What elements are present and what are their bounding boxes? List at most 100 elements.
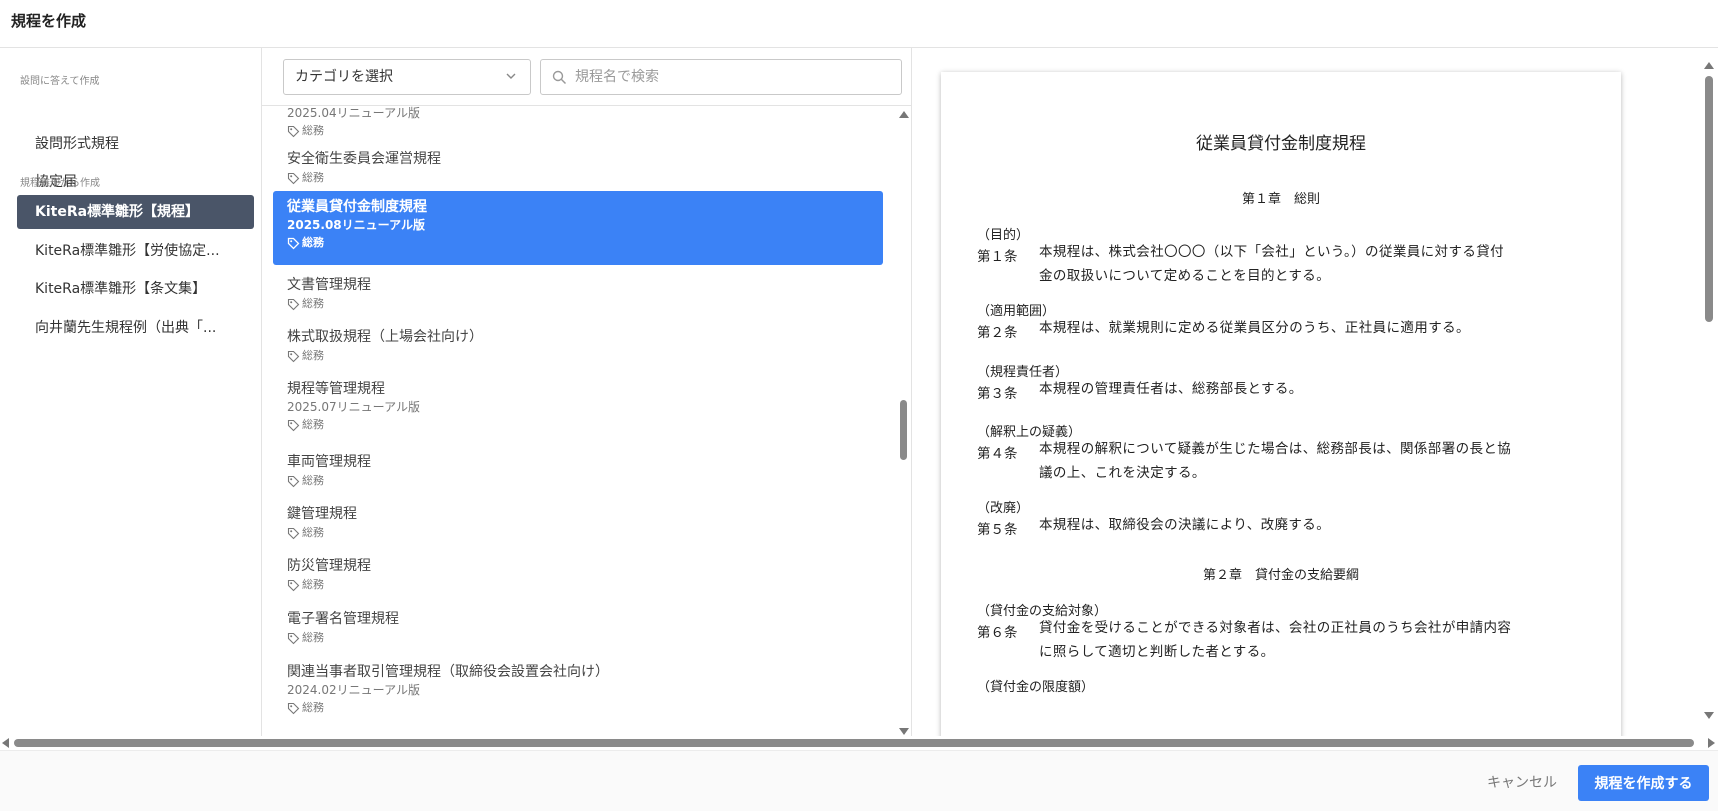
article-number: 第６条 — [977, 625, 1018, 641]
chapter-heading: 第１章 総則 — [1241, 192, 1320, 207]
article-heading: （貸付金の限度額） — [977, 680, 1095, 695]
list-item-tag-label: 総務 — [302, 474, 324, 487]
article-number: 第１条 — [977, 249, 1018, 265]
template-list-panel: カテゴリを選択 2025.04リニューアル版 総務 安全衛生委員会運営規程 総務… — [262, 48, 912, 736]
list-item-tag: 総務 — [287, 417, 883, 433]
list-item-disaster-prevention[interactable]: 防災管理規程 総務 — [273, 557, 883, 593]
tag-icon — [287, 298, 300, 310]
article-text: 本規程の解釈について疑義が生じた場合は、総務部長は、関係部署の長と協 議の上、こ… — [1039, 437, 1584, 485]
article-heading: （改廃） — [977, 501, 1030, 516]
sidebar-section-questions: 設問に答えて作成 — [20, 76, 100, 87]
list-item-tag: 総務 — [287, 473, 883, 489]
article-number: 第５条 — [977, 522, 1018, 538]
list-item-tag: 総務 — [287, 123, 883, 139]
article-text: 本規程の管理責任者は、総務部長とする。 — [1039, 377, 1584, 401]
article-heading: （目的） — [977, 228, 1030, 243]
article-text: 本規程は、取締役会の決議により、改廃する。 — [1039, 513, 1584, 537]
list-item-title: 電子署名管理規程 — [287, 611, 399, 627]
list-item-title: 文書管理規程 — [287, 277, 371, 293]
tag-icon — [287, 579, 300, 591]
list-item-employee-loan-selected[interactable]: 従業員貸付金制度規程 2025.08リニューアル版 総務 — [273, 191, 883, 265]
list-item-document-management[interactable]: 文書管理規程 総務 — [273, 276, 883, 312]
article-line: 議の上、これを決定する。 — [1039, 465, 1206, 481]
template-sidebar: 設問に答えて作成 設問形式規程 協定届 規程雛形から作成 KiteRa標準雛形【… — [0, 48, 262, 736]
list-item-tag-label: 総務 — [302, 631, 324, 644]
tag-icon — [287, 237, 300, 249]
article-text: 貸付金を受けることができる対象者は、会社の正社員のうち会社が申請内容 に照らして… — [1039, 616, 1584, 664]
list-item-tag-label: 総務 — [302, 171, 324, 184]
article-line: 本規程の管理責任者は、総務部長とする。 — [1039, 381, 1303, 397]
scroll-up-arrow[interactable] — [899, 111, 909, 118]
article-line: 本規程は、就業規則に定める従業員区分のうち、正社員に適用する。 — [1039, 320, 1470, 336]
search-input[interactable] — [575, 60, 895, 94]
list-item-tag: 総務 — [287, 348, 883, 364]
list-item-title: 車両管理規程 — [287, 454, 371, 470]
list-item-tag-label: 総務 — [302, 124, 324, 137]
list-item-e-signature[interactable]: 電子署名管理規程 総務 — [273, 610, 883, 646]
preview-scroll-thumb[interactable] — [1705, 76, 1713, 322]
scroll-down-arrow[interactable] — [1704, 712, 1714, 719]
list-item-tag: 総務 — [287, 235, 883, 251]
scroll-down-arrow[interactable] — [899, 728, 909, 735]
list-item-title: 従業員貸付金制度規程 — [287, 199, 427, 215]
article-number: 第３条 — [977, 386, 1018, 402]
sidebar-item-kitera-labor[interactable]: KiteRa標準雛形【労使協定... — [17, 234, 254, 268]
article-number: 第４条 — [977, 446, 1018, 462]
list-item-tag: 総務 — [287, 577, 883, 593]
list-item-title: 鍵管理規程 — [287, 506, 357, 522]
sidebar-item-kitera-rules[interactable]: KiteRa標準雛形【規程】 — [17, 195, 254, 229]
modal-header: 規程を作成 — [0, 0, 1718, 48]
document-title: 従業員貸付金制度規程 — [1196, 134, 1366, 154]
list-item-partial[interactable]: 2025.04リニューアル版 総務 — [273, 106, 883, 139]
create-rule-button[interactable]: 規程を作成する — [1578, 765, 1709, 801]
article-text: 本規程は、株式会社〇〇〇（以下「会社」という。）の従業員に対する貸付 金の取扱い… — [1039, 240, 1584, 288]
list-item-vehicle-management[interactable]: 車両管理規程 総務 — [273, 453, 883, 489]
list-item-key-management[interactable]: 鍵管理規程 総務 — [273, 505, 883, 541]
list-item-tag-label: 総務 — [302, 349, 324, 362]
tag-icon — [287, 350, 300, 362]
sidebar-item-question-format[interactable]: 設問形式規程 — [17, 127, 254, 161]
list-item-tag: 総務 — [287, 630, 883, 646]
list-item-version: 2025.04リニューアル版 — [287, 106, 421, 120]
list-item-title: 規程等管理規程 — [287, 381, 385, 397]
horizontal-scroll-thumb[interactable] — [14, 739, 1694, 747]
document-preview: 従業員貸付金制度規程 第１章 総則 （目的） 第１条 本規程は、株式会社〇〇〇（… — [912, 48, 1718, 736]
article-line: 本規程は、取締役会の決議により、改廃する。 — [1039, 517, 1331, 533]
article-text: 本規程は、就業規則に定める従業員区分のうち、正社員に適用する。 — [1039, 316, 1584, 340]
list-item-version: 2025.08リニューアル版 — [287, 218, 426, 232]
list-item-tag-label: 総務 — [302, 236, 324, 249]
list-item-rules-management[interactable]: 規程等管理規程 2025.07リニューアル版 総務 — [273, 380, 883, 433]
category-select-value: カテゴリを選択 — [295, 69, 393, 85]
preview-scrollbar[interactable] — [1700, 58, 1718, 724]
tag-icon — [287, 172, 300, 184]
modal-title: 規程を作成 — [11, 12, 87, 30]
list-item-tag: 総務 — [287, 700, 883, 716]
list-scrollbar[interactable] — [896, 106, 910, 736]
scroll-up-arrow[interactable] — [1704, 62, 1714, 69]
list-scroll-thumb[interactable] — [900, 400, 907, 460]
tag-icon — [287, 125, 300, 137]
cancel-button[interactable]: キャンセル — [1480, 766, 1564, 800]
list-item-related-party[interactable]: 関連当事者取引管理規程（取締役会設置会社向け） 2024.02リニューアル版 総… — [273, 663, 883, 716]
tag-icon — [287, 475, 300, 487]
sidebar-item-kitera-articles[interactable]: KiteRa標準雛形【条文集】 — [17, 272, 254, 306]
list-item-title: 関連当事者取引管理規程（取締役会設置会社向け） — [287, 664, 609, 680]
scroll-right-arrow[interactable] — [1708, 738, 1715, 748]
list-item-stock-handling[interactable]: 株式取扱規程（上場会社向け） 総務 — [273, 328, 883, 364]
article-number: 第２条 — [977, 325, 1018, 341]
scroll-left-arrow[interactable] — [2, 738, 9, 748]
list-item-version: 2025.07リニューアル版 — [287, 400, 421, 414]
sidebar-item-mukai-examples[interactable]: 向井蘭先生規程例（出典「... — [17, 311, 254, 345]
category-select[interactable]: カテゴリを選択 — [283, 59, 531, 95]
horizontal-scrollbar[interactable] — [0, 736, 1718, 750]
list-item-tag-label: 総務 — [302, 297, 324, 310]
list-item-safety-committee[interactable]: 安全衛生委員会運営規程 総務 — [273, 150, 883, 186]
list-item-title: 安全衛生委員会運営規程 — [287, 151, 441, 167]
list-item-tag: 総務 — [287, 296, 883, 312]
tag-icon — [287, 527, 300, 539]
list-item-tag: 総務 — [287, 525, 883, 541]
tag-icon — [287, 419, 300, 431]
search-box[interactable] — [540, 59, 902, 95]
tag-icon — [287, 632, 300, 644]
list-item-title: 株式取扱規程（上場会社向け） — [287, 329, 483, 345]
